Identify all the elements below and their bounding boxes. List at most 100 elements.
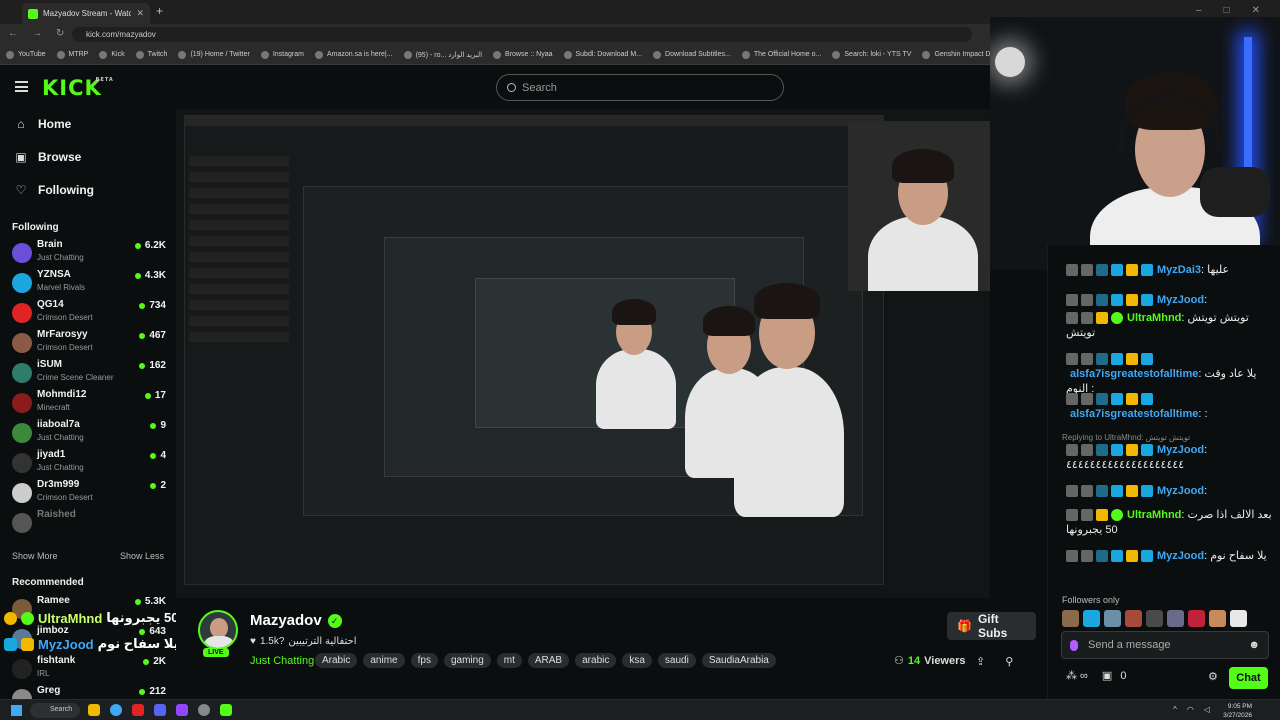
chat-send-button[interactable]: Chat	[1229, 667, 1268, 689]
search-input[interactable]: Search	[496, 74, 784, 101]
heart-icon[interactable]: ♥	[250, 636, 256, 647]
bookmark-item[interactable]: YouTube	[6, 50, 46, 59]
tag-chip[interactable]: Arabic	[315, 653, 358, 668]
close-tab-icon[interactable]: ✕	[136, 8, 144, 19]
chat-username[interactable]: MyzJood	[1157, 294, 1204, 306]
emoji-icon[interactable]: ☻	[1248, 639, 1260, 651]
app-icon[interactable]	[198, 704, 210, 716]
back-icon[interactable]: ←	[8, 28, 18, 39]
channel-item[interactable]: jiyad1 Just Chatting 4	[12, 449, 166, 477]
bookmark-item[interactable]: Instagram	[260, 50, 304, 59]
bookmark-item[interactable]: MTRP	[56, 50, 88, 59]
wifi-icon[interactable]: ◠	[1187, 705, 1194, 714]
tag-chip[interactable]: SaudiaArabia	[701, 653, 776, 668]
menu-icon[interactable]	[15, 81, 28, 92]
chat-username[interactable]: UltraMhnd	[1127, 509, 1181, 521]
close-window-button[interactable]: ✕	[1252, 5, 1260, 16]
gear-icon[interactable]: ⚙	[1208, 670, 1218, 683]
kick-app-icon[interactable]	[220, 704, 232, 716]
reload-icon[interactable]: ↻	[56, 28, 64, 39]
emote-icon[interactable]	[1209, 610, 1226, 627]
bookmark-item[interactable]: Subdl: Download M...	[563, 50, 642, 59]
nav-home[interactable]: ⌂ Home	[14, 117, 71, 131]
show-more-button[interactable]: Show More	[12, 551, 58, 561]
channel-item[interactable]: YZNSA Marvel Rivals 4.3K	[12, 269, 166, 297]
tag-chip[interactable]: gaming	[443, 653, 491, 668]
bookmark-item[interactable]: Amazon.sa is here|...	[314, 50, 393, 59]
gift-subs-button[interactable]: 🎁 Gift Subs	[947, 612, 1036, 640]
twitch-icon[interactable]	[176, 704, 188, 716]
category-link[interactable]: Just Chatting	[250, 655, 314, 667]
channel-item[interactable]: Mohmdi12 Minecraft 17	[12, 389, 166, 417]
follow-icon[interactable]: ⚲	[1005, 655, 1013, 668]
channel-item[interactable]: Raished	[12, 509, 166, 537]
nav-following[interactable]: ♡ Following	[14, 183, 94, 197]
file-explorer-icon[interactable]	[88, 704, 100, 716]
chat-username[interactable]: alsfa7isgreatestofalltime	[1070, 368, 1198, 380]
video-player[interactable]	[176, 109, 990, 598]
bookmark-item[interactable]: Search: loki - YTS TV	[832, 50, 911, 59]
gift-icon[interactable]: ▣	[1102, 669, 1112, 682]
taskbar-search[interactable]: Search	[30, 703, 80, 718]
emote-icon[interactable]	[1188, 610, 1205, 627]
bookmark-label: YouTube	[18, 51, 46, 58]
chrome-icon[interactable]	[110, 704, 122, 716]
chat-username[interactable]: UltraMhnd	[1127, 312, 1181, 324]
channel-item[interactable]: iSUM Crime Scene Cleaner 162	[12, 359, 166, 387]
taskbar-clock[interactable]: 9:05 PM 3/27/2026	[1223, 702, 1252, 720]
channel-item[interactable]: QG14 Crimson Desert 734	[12, 299, 166, 327]
show-less-button[interactable]: Show Less	[120, 551, 164, 561]
streamer-name[interactable]: Mazyadov	[250, 612, 322, 629]
url-input[interactable]: kick.com/mazyadov	[72, 27, 972, 42]
channel-item[interactable]: Greg 212	[12, 685, 166, 699]
emote-icon[interactable]	[1125, 610, 1142, 627]
app-icon[interactable]	[132, 704, 144, 716]
windows-start-icon[interactable]	[11, 705, 22, 716]
maximize-button[interactable]: □	[1224, 5, 1230, 16]
emote-icon[interactable]	[1062, 610, 1079, 627]
emote-icon[interactable]	[1083, 610, 1100, 627]
streamer-avatar[interactable]	[198, 610, 238, 650]
new-tab-button[interactable]: +	[156, 4, 163, 18]
tag-chip[interactable]: mt	[496, 653, 522, 668]
channel-item[interactable]: fishtank IRL 2K	[12, 655, 166, 683]
bookmark-item[interactable]: The Official Home o...	[741, 50, 821, 59]
chat-username[interactable]: MyzJood	[1157, 550, 1204, 562]
channel-item[interactable]: Brain Just Chatting 6.2K	[12, 239, 166, 267]
emote-icon[interactable]	[1104, 610, 1121, 627]
chevron-up-icon[interactable]: ^	[1173, 705, 1177, 714]
tag-chip[interactable]: arabic	[575, 653, 617, 668]
discord-icon[interactable]	[154, 704, 166, 716]
bookmark-item[interactable]: Kick	[99, 50, 125, 59]
bookmark-item[interactable]: Twitch	[135, 50, 167, 59]
nav-browse[interactable]: ▣ Browse	[14, 150, 81, 164]
channel-item[interactable]: iiaboal7a Just Chatting 9	[12, 419, 166, 447]
channel-item[interactable]: Dr3m999 Crimson Desert 2	[12, 479, 166, 507]
kick-logo[interactable]: KICK BETA	[42, 76, 113, 100]
tag-chip[interactable]: ARAB	[527, 653, 570, 668]
bookmark-item[interactable]: (95) - ro... البريد الوارد	[403, 50, 482, 59]
browser-tab[interactable]: Mazyadov Stream - Watch Live ✕	[22, 3, 150, 24]
chat-username[interactable]: MyzDai3	[1157, 264, 1201, 276]
chat-username[interactable]: alsfa7isgreatestofalltime	[1070, 408, 1198, 420]
tag-chip[interactable]: anime	[363, 653, 405, 668]
volume-icon[interactable]: ◁	[1204, 705, 1210, 714]
minimize-button[interactable]: –	[1196, 5, 1202, 16]
mic-icon[interactable]	[1070, 639, 1078, 651]
emote-icon[interactable]	[1146, 610, 1163, 627]
tag-chip[interactable]: fps	[410, 653, 438, 668]
tag-chip[interactable]: saudi	[657, 653, 696, 668]
chat-username[interactable]: MyzJood	[1157, 485, 1204, 497]
points-icon[interactable]: ⁂ ∞	[1066, 669, 1088, 682]
emote-icon[interactable]	[1230, 610, 1247, 627]
forward-icon[interactable]: →	[32, 28, 42, 39]
bookmark-item[interactable]: (19) Home / Twitter	[178, 50, 250, 59]
tag-chip[interactable]: ksa	[622, 653, 652, 668]
channel-item[interactable]: MrFarosyy Crimson Desert 467	[12, 329, 166, 357]
share-icon[interactable]: ⇪	[976, 655, 985, 668]
emote-icon[interactable]	[1167, 610, 1184, 627]
chat-input[interactable]: Send a message ☻	[1061, 631, 1269, 659]
chat-username[interactable]: MyzJood	[1157, 444, 1204, 456]
bookmark-item[interactable]: Download Subtitles...	[653, 50, 731, 59]
bookmark-item[interactable]: Browse :: Nyaa	[493, 50, 553, 59]
